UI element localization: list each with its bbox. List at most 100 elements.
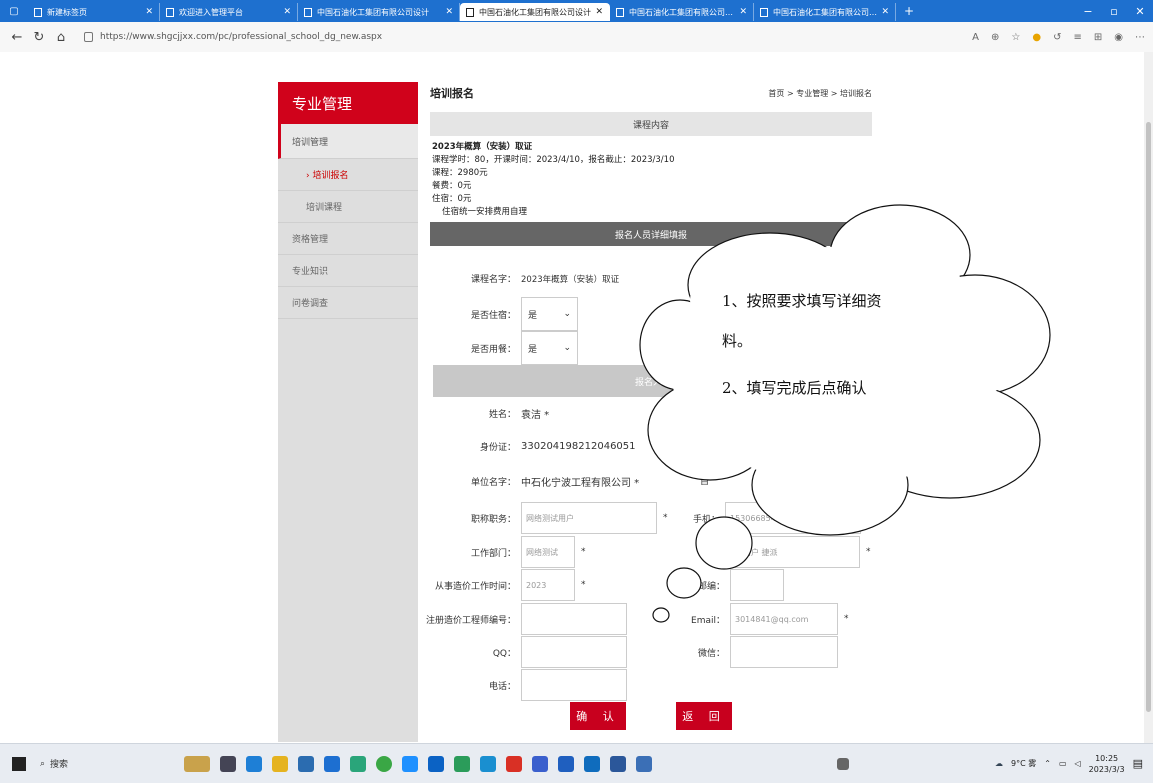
department-input[interactable]: 网络测试 xyxy=(521,536,575,568)
outlook-icon[interactable] xyxy=(584,755,600,772)
taskbar-search[interactable]: ⌕ 搜索 xyxy=(40,757,150,771)
maximize-button[interactable]: ▫ xyxy=(1102,0,1126,22)
chevron-down-icon: ⌄ xyxy=(563,343,571,353)
volume-icon[interactable]: ◁ xyxy=(1075,759,1081,768)
weather-text[interactable]: 9°C 雾 xyxy=(1011,758,1036,769)
sidebar-item-training-course[interactable]: 培训课程 xyxy=(278,191,418,223)
tab-label: 中国石油化工集团有限公司设计 xyxy=(629,7,736,17)
weather-icon[interactable]: ☁ xyxy=(995,759,1003,768)
new-tab-button[interactable]: + xyxy=(896,4,922,18)
meal-row: 是否用餐： 是 ⌄ xyxy=(430,331,578,365)
app-icon[interactable] xyxy=(480,755,496,772)
department-input-value: 网络测试 xyxy=(526,547,558,557)
home-icon[interactable]: ⌂ xyxy=(50,30,72,45)
refresh-icon[interactable]: ↻ xyxy=(28,30,50,45)
zip-input[interactable] xyxy=(730,569,784,601)
file-explorer-icon[interactable] xyxy=(272,755,288,772)
scrollbar-thumb[interactable] xyxy=(1146,122,1151,712)
close-tab-icon[interactable]: ✕ xyxy=(145,7,153,17)
browser-tab[interactable]: 欢迎进入管理平台 ✕ xyxy=(160,3,298,21)
years-input[interactable]: 2023 xyxy=(521,569,575,601)
job-title-input[interactable]: 网络测试用户 xyxy=(521,502,657,534)
app-icon[interactable] xyxy=(636,755,652,772)
page: 专业管理 培训管理 › 培训报名 培训课程 资格管理 专业知识 问卷调查 培训报… xyxy=(0,52,1153,743)
network-icon[interactable]: ▭ xyxy=(1059,759,1067,768)
task-view-icon[interactable] xyxy=(220,755,236,772)
tray-overflow-icon[interactable]: ⌃ xyxy=(1044,759,1051,768)
browser-tab[interactable]: 中国石油化工集团有限公司设计 ✕ xyxy=(610,3,754,21)
store-icon[interactable] xyxy=(298,755,314,772)
refresh-extension-icon[interactable]: ↺ xyxy=(1053,32,1061,43)
app-icon[interactable] xyxy=(402,755,418,772)
right-mid-input[interactable]: 测试用户 捷派 xyxy=(722,536,860,568)
taskbar: ⌕ 搜索 ☁ 9°C 雾 ⌃ ▭ ◁ 10:25 2023/3/3 ▤ xyxy=(0,743,1153,783)
browser-tab[interactable]: 中国石油化工集团有限公司设计 ✕ xyxy=(298,3,460,21)
notification-icon[interactable]: ▤ xyxy=(1133,757,1143,770)
phone-input[interactable]: 15306685419 xyxy=(725,502,861,534)
sidebar-item-qualification[interactable]: 资格管理 xyxy=(278,223,418,255)
page-icon xyxy=(466,7,474,17)
department-row: 工作部门： 网络测试 * xyxy=(430,536,586,568)
zoom-icon[interactable]: ⊕ xyxy=(991,32,999,43)
close-tab-icon[interactable]: ✕ xyxy=(881,7,889,17)
name-label: 姓名： xyxy=(488,410,516,420)
keyboard-icon[interactable] xyxy=(837,757,849,770)
phone-label: 手机： xyxy=(692,514,720,525)
wechat-input[interactable] xyxy=(730,636,838,668)
tab-actions-icon[interactable]: ▢ xyxy=(0,0,28,22)
browser-tab[interactable]: 新建标签页 ✕ xyxy=(28,3,160,21)
app-icon[interactable] xyxy=(454,755,470,772)
reg-number-label: 注册造价工程师编号： xyxy=(425,615,516,626)
word-icon[interactable] xyxy=(610,755,626,772)
profile-avatar-icon[interactable]: ◉ xyxy=(1114,32,1123,43)
mail-icon[interactable] xyxy=(324,755,340,772)
sidebar-item-training-management[interactable]: 培训管理 xyxy=(278,124,418,159)
minimize-button[interactable]: − xyxy=(1076,0,1100,22)
sidebar-item-training-signup[interactable]: › 培训报名 xyxy=(278,159,418,191)
close-tab-icon[interactable]: ✕ xyxy=(739,7,747,17)
app-icon[interactable] xyxy=(428,755,444,772)
app-icon[interactable] xyxy=(558,755,574,772)
qq-input[interactable] xyxy=(521,636,627,668)
favorites-list-icon[interactable]: ≡ xyxy=(1073,32,1081,43)
right-mid-row: 测试用户 捷派 * xyxy=(722,536,871,568)
collections-icon[interactable]: ⊞ xyxy=(1094,32,1102,43)
clock-time: 10:25 xyxy=(1095,753,1119,763)
reg-number-input[interactable] xyxy=(521,603,627,635)
page-scrollbar[interactable] xyxy=(1144,52,1153,743)
taskbar-app-icon[interactable] xyxy=(184,755,210,772)
more-menu-icon[interactable]: ⋯ xyxy=(1135,32,1145,43)
name-row: 姓名： 袁洁 * xyxy=(430,406,549,421)
url-field[interactable]: https://www.shgcjjxx.com/pc/professional… xyxy=(84,32,382,42)
close-window-button[interactable]: ✕ xyxy=(1128,0,1152,22)
back-button[interactable]: 返 回 xyxy=(676,702,732,730)
windows-start-icon[interactable] xyxy=(12,756,26,771)
app-icon[interactable] xyxy=(532,755,548,772)
detail-section-header: 报名人员详细填报 xyxy=(430,222,872,246)
edge-icon[interactable] xyxy=(350,755,366,772)
required-mark: * xyxy=(581,547,586,557)
favorite-icon[interactable]: ☆ xyxy=(1011,32,1020,43)
meal-select[interactable]: 是 ⌄ xyxy=(521,331,578,365)
clock[interactable]: 10:25 2023/3/3 xyxy=(1089,753,1125,775)
close-tab-icon[interactable]: ✕ xyxy=(445,7,453,17)
close-tab-icon[interactable]: ✕ xyxy=(595,7,603,17)
taskbar-search-label: 搜索 xyxy=(50,760,69,770)
pdf-icon[interactable] xyxy=(506,755,522,772)
sidebar-item-knowledge[interactable]: 专业知识 xyxy=(278,255,418,287)
stay-select[interactable]: 是 ⌄ xyxy=(521,297,578,331)
extension-icon[interactable]: ● xyxy=(1032,32,1041,43)
email-input[interactable]: 3014841@qq.com xyxy=(730,603,838,635)
ie-icon[interactable] xyxy=(246,755,262,772)
browser-tab[interactable]: 中国石油化工集团有限公司设计 ✕ xyxy=(754,3,896,21)
browser-tab-active[interactable]: 中国石油化工集团有限公司设计 ✕ xyxy=(460,3,610,21)
confirm-button[interactable]: 确 认 xyxy=(570,702,626,730)
close-tab-icon[interactable]: ✕ xyxy=(283,7,291,17)
read-aloud-icon[interactable]: A xyxy=(972,32,979,43)
qq-row: QQ： xyxy=(430,636,627,668)
back-arrow-icon[interactable]: ← xyxy=(6,30,28,45)
chrome-icon[interactable] xyxy=(376,755,392,772)
sidebar-item-survey[interactable]: 问卷调查 xyxy=(278,287,418,319)
tel-input[interactable] xyxy=(521,669,627,701)
meal-label: 是否用餐： xyxy=(470,344,516,355)
